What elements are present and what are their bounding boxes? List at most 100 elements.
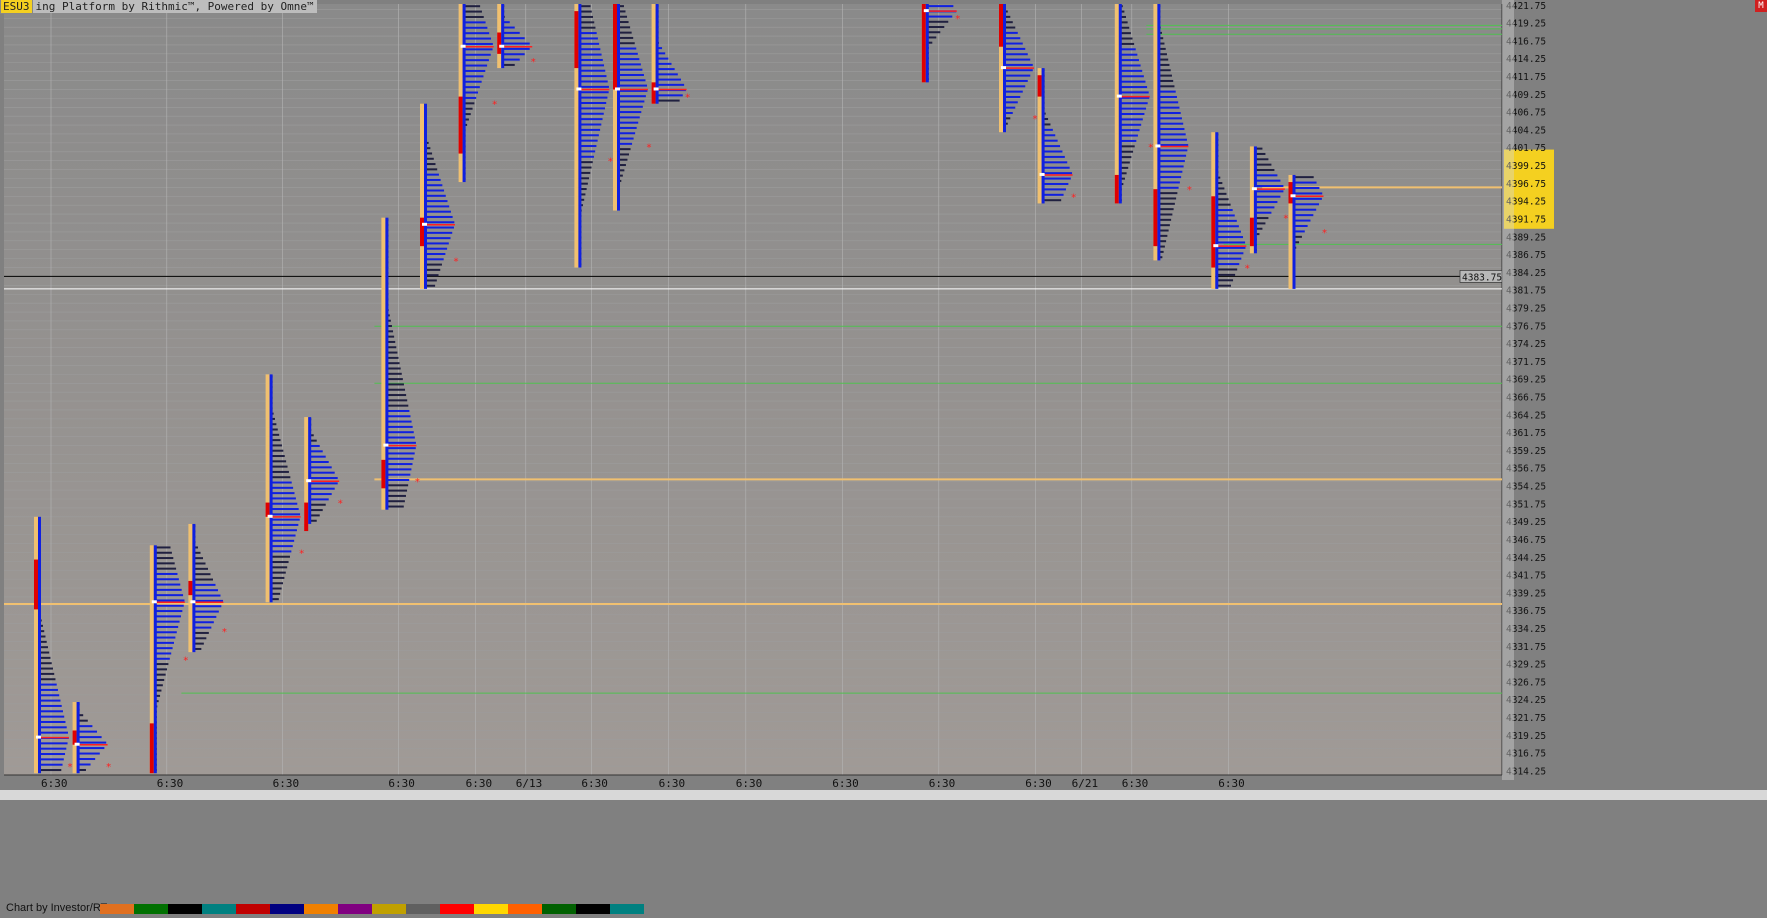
profile-tpo <box>1254 185 1284 188</box>
profile-open-marker <box>1213 244 1219 248</box>
profile-tpo <box>1216 203 1231 206</box>
profile-tpo <box>1158 90 1176 93</box>
profile-tpo <box>579 161 593 164</box>
profile-tpo <box>154 572 178 575</box>
profile-tpo <box>1158 170 1183 173</box>
profile-tpo <box>154 631 177 634</box>
profile-tpo <box>270 576 285 579</box>
profile-tpo <box>618 95 646 98</box>
status-color-swatch[interactable] <box>270 904 304 914</box>
profile-ib <box>72 730 77 745</box>
profile-tpo <box>463 21 486 24</box>
status-color-swatch[interactable] <box>474 904 508 914</box>
profile-spine <box>501 4 505 69</box>
profile-tpo <box>425 205 450 208</box>
profile-tpo <box>1216 252 1244 255</box>
profile-tpo <box>579 37 598 40</box>
profile-tpo <box>270 518 300 521</box>
profile-tpo <box>579 53 602 56</box>
status-color-swatch[interactable] <box>168 904 202 914</box>
profile-tpo <box>39 683 57 686</box>
profile-tpo <box>270 534 296 537</box>
chart-canvas[interactable]: 4421.754419.254416.754414.254411.754409.… <box>0 0 1767 914</box>
profile-close-marker: * <box>183 655 189 666</box>
profile-tpo <box>618 58 640 61</box>
profile-tpo <box>386 425 413 428</box>
profile-tpo <box>579 107 605 110</box>
profile-tpo <box>193 567 209 570</box>
profile-tpo <box>154 562 175 565</box>
profile-tpo <box>463 91 479 94</box>
profile-tpo <box>1004 69 1033 72</box>
status-color-swatch[interactable] <box>406 904 440 914</box>
status-color-swatch[interactable] <box>100 904 134 914</box>
profile-tpo <box>270 571 286 574</box>
profile-tpo <box>579 32 597 35</box>
x-tick-label: 6:30 <box>832 777 859 790</box>
status-color-swatch[interactable] <box>236 904 270 914</box>
profile-tpo <box>39 672 55 675</box>
profile-tpo <box>579 123 602 126</box>
profile-open-marker <box>460 44 466 48</box>
status-color-swatch[interactable] <box>610 904 644 914</box>
profile-tpo <box>1119 134 1138 137</box>
profile-tpo <box>579 15 594 18</box>
status-color-swatch[interactable] <box>202 904 236 914</box>
profile-tpo <box>154 567 177 570</box>
profile-ib <box>381 459 386 489</box>
profile-tpo <box>656 78 681 81</box>
horizontal-scrollbar[interactable] <box>0 790 1767 800</box>
profile-tpo <box>425 200 448 203</box>
profile-tpo <box>425 231 453 234</box>
status-color-swatch[interactable] <box>440 904 474 914</box>
status-color-swatch[interactable] <box>134 904 168 914</box>
profile-tpo <box>39 763 63 766</box>
profile-tpo <box>1254 168 1275 171</box>
profile-tpo <box>656 99 680 102</box>
profile-tpo <box>154 599 185 602</box>
profile-tpo <box>1158 154 1187 157</box>
profile-tpo <box>154 620 180 623</box>
profile-tpo <box>1158 192 1178 195</box>
profile-tpo <box>270 523 299 526</box>
profile-tpo <box>1119 42 1135 45</box>
profile-tpo <box>1254 217 1269 220</box>
profile-tpo <box>386 447 416 450</box>
profile-tpo <box>39 753 66 756</box>
status-color-swatch[interactable] <box>372 904 406 914</box>
profile-tpo <box>386 436 415 439</box>
profile-open-marker <box>383 443 389 447</box>
profile-tpo <box>1119 102 1148 105</box>
profile-tpo <box>77 736 102 739</box>
profile-tpo <box>154 583 181 586</box>
x-tick-label: 6:30 <box>1025 777 1052 790</box>
profile-tpo <box>193 631 209 634</box>
symbol-label[interactable]: ESU3 <box>0 0 33 14</box>
profile-range <box>420 103 424 289</box>
market-profile-chart[interactable]: 4421.75 4419.25 4416.75 4414.25 4411.75 4409.… <box>0 0 1767 914</box>
profile-tpo <box>463 10 482 13</box>
profile-tpo <box>270 460 287 463</box>
profile-tpo <box>656 68 675 71</box>
status-color-swatch[interactable] <box>304 904 338 914</box>
profile-spine <box>269 374 273 603</box>
vertical-scrollbar[interactable] <box>1502 0 1514 780</box>
profile-tpo <box>579 150 596 153</box>
status-color-swatch[interactable] <box>542 904 576 914</box>
profile-tpo <box>579 101 607 104</box>
profile-tpo <box>1158 213 1173 216</box>
status-color-swatch[interactable] <box>576 904 610 914</box>
status-color-swatch[interactable] <box>508 904 542 914</box>
menu-button[interactable]: M <box>1755 0 1767 12</box>
profile-tpo <box>1119 69 1143 72</box>
status-color-swatch[interactable] <box>338 904 372 914</box>
profile-tpo <box>1158 176 1182 179</box>
profile-tpo <box>309 477 338 480</box>
profile-tpo <box>1216 236 1244 239</box>
profile-tpo <box>618 47 637 50</box>
x-tick-label: 6:30 <box>929 777 956 790</box>
profile-tpo <box>1042 193 1064 196</box>
profile-tpo <box>309 498 329 501</box>
profile-open-marker <box>1290 194 1296 198</box>
color-status-strip <box>100 904 644 914</box>
